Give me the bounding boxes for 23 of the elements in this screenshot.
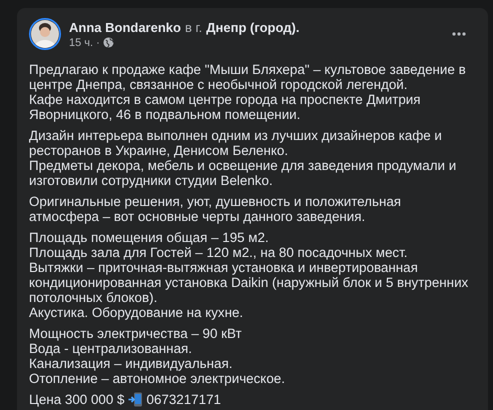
post-text: Предлагаю к продаже кафе "Мыши Бляхера" – культовое заведение в центре Днепра, связанное с необычной городской легендой. [29, 62, 467, 92]
separator-dot: · [96, 36, 100, 48]
location-prefix: в г. [184, 20, 202, 34]
post-text: Дизайн интерьера выполнен одним из лучших дизайнеров кафе и ресторанов в Украине, Денисом Беленко. [29, 128, 443, 158]
post-text: Мощность электричества – 90 кВт [29, 326, 243, 341]
phone-number: 0673217171 [146, 392, 221, 407]
post-text: Площадь помещения общая – 195 м2. [29, 230, 270, 245]
post-text: Отопление – автономное электрическое. [29, 371, 286, 386]
author-name[interactable]: Anna Bondarenko [69, 20, 181, 34]
phone-icon [128, 392, 144, 407]
more-icon[interactable] [452, 32, 466, 36]
post-text: Кафе находится в самом центре города на проспекте Дмитрия Яворницкого, 46 в подвальном помещении. [29, 92, 422, 122]
post-text: Площадь зала для Гостей – 120 м2., на 80 посадочных мест. [29, 245, 408, 260]
post-text: Оригинальные решения, уют, душевность и положительная атмосфера – вот основные черты данного заведения. [29, 194, 402, 224]
post-text: Акустика. Оборудование на кухне. [29, 305, 244, 320]
post-text: Вода - централизованная. [29, 341, 193, 356]
price-text: Цена 300 000 $ [29, 392, 124, 407]
post-text: Предметы декора, мебель и освещение для заведения продумали и изготовили сотрудники студии Belenko. [29, 158, 458, 188]
globe-icon [102, 37, 114, 48]
post-text: Вытяжки – приточная-вытяжная установка и инвертированная кондиционированная установка Daikin (наружный блок и 5 внутренних потолочных блоков). [29, 260, 470, 305]
location-link[interactable]: Днепр (город). [206, 20, 300, 34]
post-text: Канализация – индивидуальная. [29, 356, 234, 371]
post-time[interactable]: 15 ч. [69, 36, 94, 48]
